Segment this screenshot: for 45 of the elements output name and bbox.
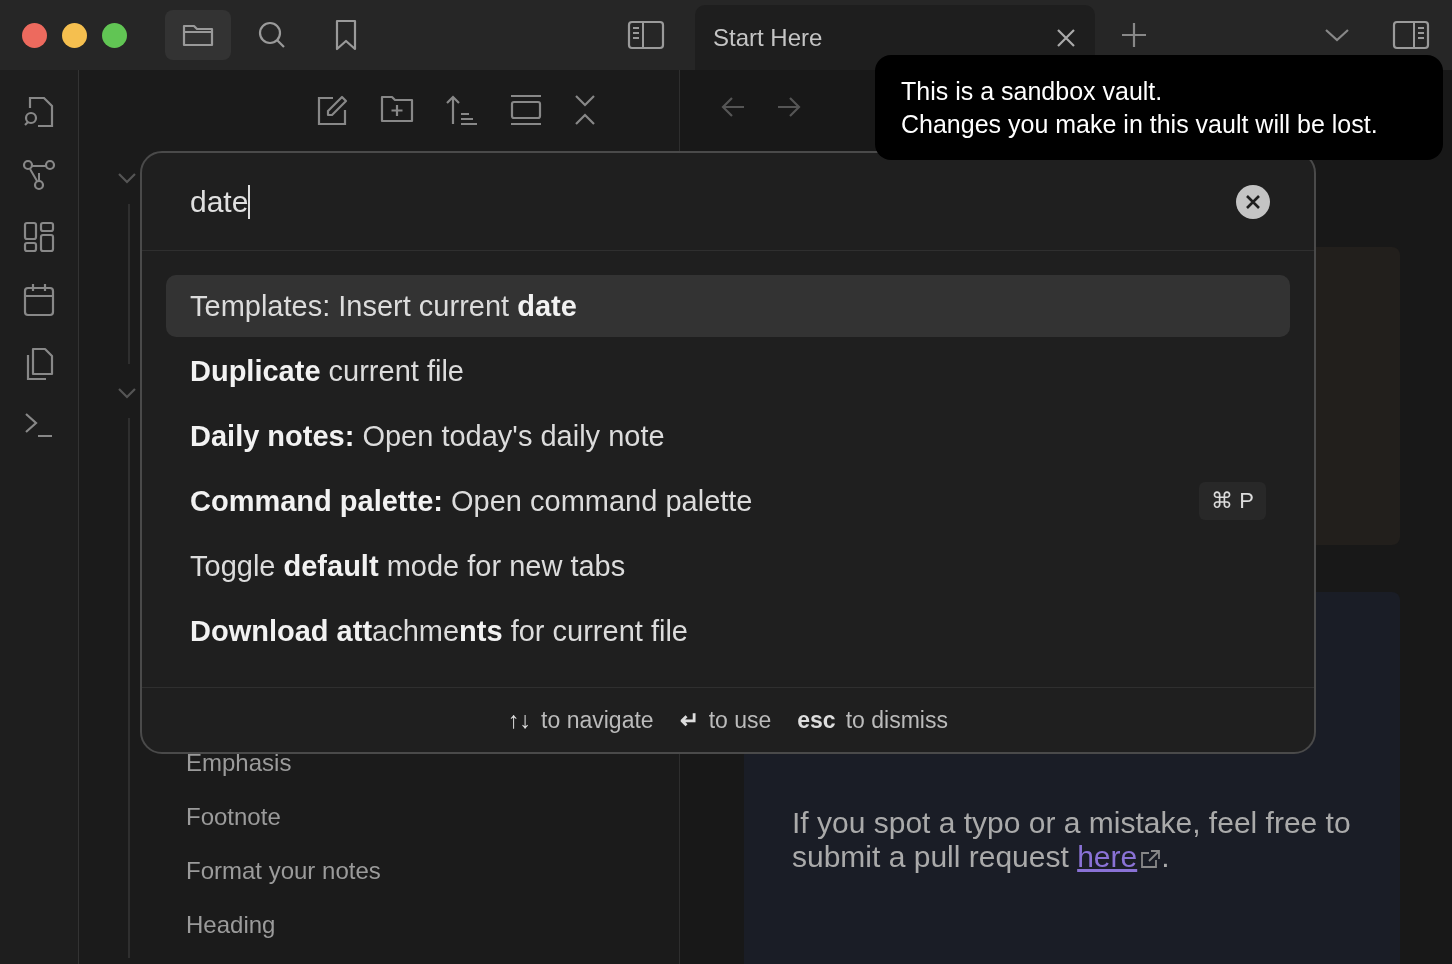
command-item[interactable]: Daily notes: Open today's daily note [166,405,1290,467]
folder-icon[interactable] [165,10,231,60]
file-item[interactable]: Heading [186,908,276,942]
close-window-button[interactable] [22,22,47,48]
calendar-icon[interactable] [22,282,56,318]
hint-text: to dismiss [845,706,948,734]
hint-text: to navigate [541,706,654,734]
graph-icon[interactable] [22,158,56,192]
file-search-icon[interactable] [22,94,56,130]
command-item[interactable]: Toggle default mode for new tabs [166,535,1290,597]
new-folder-icon[interactable] [379,94,415,124]
command-item[interactable]: Templates: Insert current date [166,275,1290,337]
forward-arrow-icon[interactable] [776,96,802,118]
back-arrow-icon[interactable] [720,96,746,118]
hotkey: ⌘ P [1199,482,1266,520]
command-label: Duplicate current file [190,354,464,388]
file-item[interactable]: Format your notes [186,854,381,888]
command-label: Toggle default mode for new tabs [190,549,626,583]
collapse-view-icon[interactable] [509,94,543,126]
link[interactable]: here [1077,840,1162,873]
command-item[interactable]: Download attachments for current file [166,600,1290,662]
command-label: Command palette: Open command palette [190,484,753,518]
external-link-icon [1139,849,1162,869]
command-item[interactable]: Command palette: Open command palette ⌘ P [166,470,1290,532]
command-item[interactable]: Duplicate current file [166,340,1290,402]
hint-text: to use [708,706,772,734]
file-item[interactable]: Footnote [186,800,281,834]
command-label: Templates: Insert current date [190,289,577,323]
collapse-all-icon[interactable] [573,94,597,126]
sort-icon[interactable] [445,94,479,126]
clear-icon[interactable] [1236,184,1270,219]
key-hint: ↑↓ [508,706,532,734]
search-field[interactable]: date [190,184,251,219]
key-hint: ↵ [679,706,699,734]
command-label: Download attachments for current file [190,614,688,648]
close-icon[interactable] [1055,26,1077,49]
paragraph: If you spot a typo or a mistake, feel free to submit a pull request here . [792,806,1352,874]
command-label: Daily notes: Open today's daily note [190,419,665,453]
key-hint: esc [797,706,836,734]
tooltip-text: Changes you make in this vault will be lost. [901,109,1379,140]
edit-icon[interactable] [315,94,349,128]
zoom-window-button[interactable] [102,22,127,48]
minimize-window-button[interactable] [62,22,87,48]
tooltip-text: This is a sandbox vault. [901,76,1164,107]
dashboard-icon[interactable] [22,220,56,254]
